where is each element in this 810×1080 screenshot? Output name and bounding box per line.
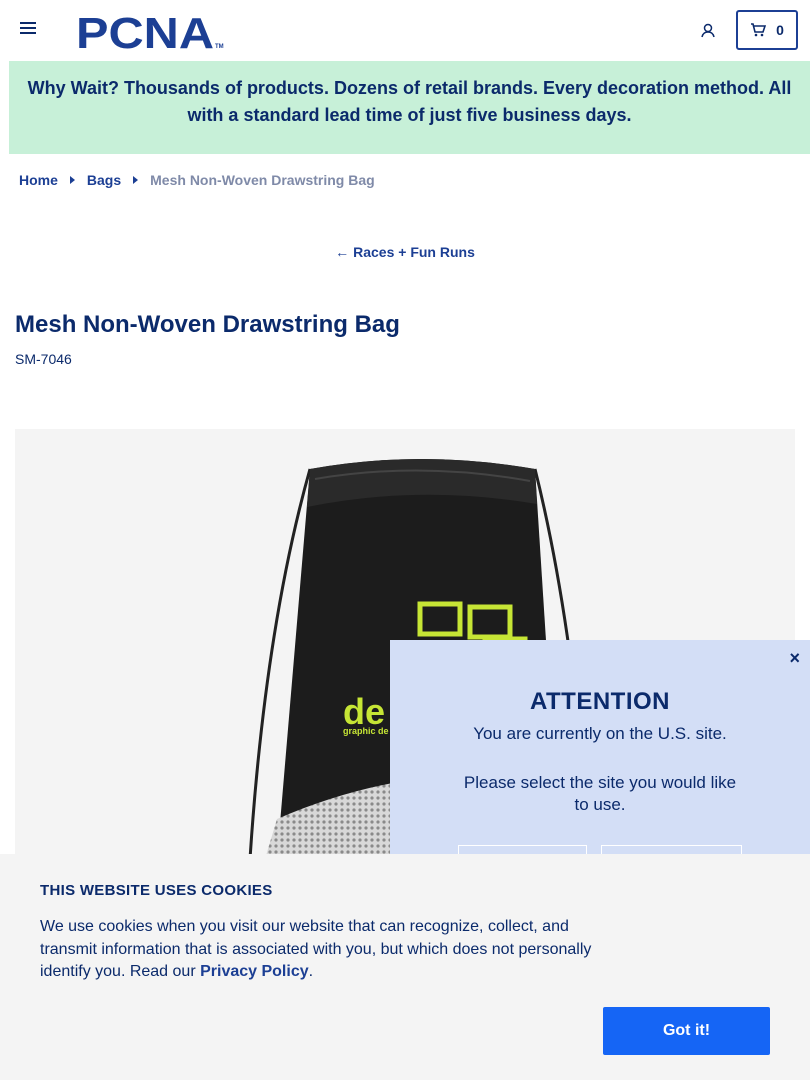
- attention-select-site-text: Please select the site you would like to…: [463, 773, 737, 814]
- svg-text:TM: TM: [215, 44, 224, 50]
- svg-text:graphic de: graphic de: [343, 726, 389, 736]
- cookie-text: We use cookies when you visit our websit…: [40, 916, 600, 984]
- hamburger-menu-icon[interactable]: [20, 22, 36, 36]
- cart-button[interactable]: 0: [736, 10, 798, 50]
- svg-text:PCNA: PCNA: [76, 10, 214, 50]
- cookie-consent-bar: THIS WEBSITE USES COOKIES We use cookies…: [0, 854, 810, 1080]
- account-user-icon[interactable]: [699, 22, 717, 40]
- got-it-button[interactable]: Got it!: [603, 1007, 770, 1055]
- back-to-category-link[interactable]: ← Races + Fun Runs: [0, 244, 810, 260]
- cart-count: 0: [776, 22, 784, 38]
- pcna-logo[interactable]: PCNA TM: [76, 10, 226, 50]
- breadcrumb-current: Mesh Non-Woven Drawstring Bag: [150, 172, 375, 188]
- breadcrumb-bags-link[interactable]: Bags: [87, 172, 121, 188]
- close-icon[interactable]: ×: [789, 648, 800, 669]
- privacy-policy-link[interactable]: Privacy Policy: [200, 963, 309, 980]
- attention-current-site-text: You are currently on the U.S. site.: [473, 724, 727, 743]
- promo-banner-text: Why Wait? Thousands of products. Dozens …: [27, 78, 792, 125]
- cookie-body-text: We use cookies when you visit our websit…: [40, 918, 592, 980]
- region-attention-modal: × ATTENTION You are currently on the U.S…: [390, 640, 810, 885]
- product-sku: SM-7046: [15, 351, 72, 367]
- promo-banner: Why Wait? Thousands of products. Dozens …: [9, 61, 810, 154]
- site-header: PCNA TM 0: [0, 0, 810, 61]
- back-link-label: Races + Fun Runs: [353, 244, 475, 260]
- breadcrumb-caret-icon: [133, 176, 139, 184]
- breadcrumb-home-link[interactable]: Home: [19, 172, 58, 188]
- cart-icon: [751, 23, 767, 37]
- breadcrumb: Home Bags Mesh Non-Woven Drawstring Bag: [19, 172, 375, 188]
- cookie-period: .: [308, 963, 314, 980]
- cookie-title: THIS WEBSITE USES COOKIES: [40, 882, 273, 899]
- breadcrumb-caret-icon: [69, 176, 75, 184]
- attention-title: ATTENTION: [529, 688, 671, 715]
- arrow-left-icon: ←: [335, 244, 350, 260]
- page-title: Mesh Non-Woven Drawstring Bag: [15, 311, 400, 338]
